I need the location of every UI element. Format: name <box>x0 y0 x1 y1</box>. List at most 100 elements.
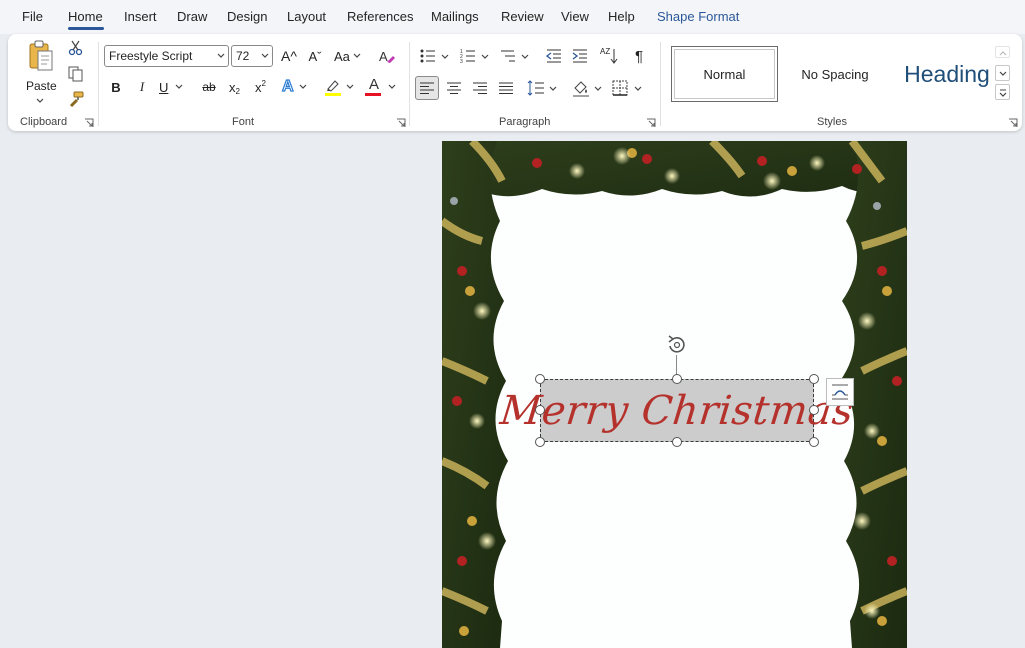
cut-icon[interactable] <box>68 40 84 56</box>
sort-arrow-icon <box>610 49 618 64</box>
font-size-combobox[interactable]: 72 <box>231 45 273 67</box>
resize-handle-right[interactable] <box>809 405 819 415</box>
chevron-down-icon <box>261 53 269 58</box>
align-left-button[interactable] <box>415 76 439 100</box>
ribbon: Paste Clipboard Freestyle Script 72 A^ A… <box>8 34 1022 131</box>
show-formatting-button[interactable]: ¶ <box>630 45 648 67</box>
style-heading[interactable]: Heading <box>891 46 1003 102</box>
borders-button[interactable] <box>610 77 644 99</box>
tab-draw[interactable]: Draw <box>177 9 207 24</box>
shrink-font-button[interactable]: Aˇ <box>304 45 326 67</box>
text-effects-button[interactable]: A <box>281 77 312 97</box>
style-no-spacing-label: No Spacing <box>801 66 869 82</box>
tab-view[interactable]: View <box>561 9 589 24</box>
change-case-button[interactable]: Aa <box>334 45 366 67</box>
italic-icon: I <box>139 79 145 94</box>
resize-handle-top[interactable] <box>672 374 682 384</box>
font-color-swatch <box>365 93 381 96</box>
layout-options-button[interactable] <box>826 378 854 406</box>
clear-formatting-icon[interactable]: A <box>378 47 396 65</box>
decrease-indent-icon[interactable] <box>546 48 562 64</box>
highlight-color-button[interactable] <box>322 77 356 97</box>
format-painter-icon[interactable] <box>68 91 84 107</box>
more-styles-icon <box>999 89 1007 97</box>
tab-home[interactable]: Home <box>68 9 103 24</box>
align-right-icon[interactable] <box>473 81 487 95</box>
dialog-launcher-icon[interactable] <box>84 118 94 128</box>
numbering-button[interactable]: 123 <box>458 45 490 67</box>
resize-handle-bottom-right[interactable] <box>809 437 819 447</box>
bold-button[interactable]: B <box>108 77 124 97</box>
dialog-launcher-icon[interactable] <box>396 118 406 128</box>
group-divider <box>660 42 661 126</box>
multilevel-list-button[interactable] <box>498 45 530 67</box>
numbering-icon: 123 <box>460 49 475 64</box>
resize-handle-left[interactable] <box>535 405 545 415</box>
sort-icon: AZ <box>600 47 611 56</box>
gallery-more-button[interactable] <box>995 84 1010 100</box>
font-color-button[interactable]: A <box>364 76 398 97</box>
tab-shape-format[interactable]: Shape Format <box>657 9 739 24</box>
textbox-text[interactable]: Merry Christmas <box>498 380 856 441</box>
resize-handle-bottom-left[interactable] <box>535 437 545 447</box>
strikethrough-button[interactable]: ab <box>199 77 219 97</box>
sort-button[interactable]: AZ <box>598 45 620 67</box>
change-case-icon: Aa <box>334 48 350 64</box>
resize-handle-top-right[interactable] <box>809 374 819 384</box>
shading-button[interactable] <box>570 77 604 99</box>
chevron-down-icon <box>441 54 449 59</box>
style-no-spacing[interactable]: No Spacing <box>782 46 888 102</box>
resize-handle-bottom[interactable] <box>672 437 682 447</box>
active-tab-indicator <box>68 27 104 30</box>
chevron-down-icon <box>299 84 306 89</box>
line-spacing-button[interactable] <box>525 77 559 99</box>
chevron-down-icon <box>634 86 642 91</box>
group-divider <box>98 42 99 126</box>
menu-bar: File Home Insert Draw Design Layout Refe… <box>0 0 1025 34</box>
tab-file[interactable]: File <box>22 9 43 24</box>
tab-layout[interactable]: Layout <box>287 9 326 24</box>
gallery-scroll-down-button[interactable] <box>995 65 1010 81</box>
tab-insert[interactable]: Insert <box>124 9 157 24</box>
font-color-icon: A <box>369 76 380 93</box>
subscript-button[interactable]: x2 <box>229 77 247 97</box>
font-name-combobox[interactable]: Freestyle Script <box>104 45 229 67</box>
rotate-handle-icon[interactable] <box>665 333 689 357</box>
copy-icon[interactable] <box>68 66 84 82</box>
chevron-down-icon <box>999 71 1007 76</box>
chevron-down-icon <box>346 84 354 89</box>
highlighter-icon <box>325 80 341 96</box>
grow-font-icon: A^ <box>281 48 297 64</box>
superscript-button[interactable]: x2 <box>255 77 273 97</box>
borders-icon <box>612 80 628 96</box>
tab-references[interactable]: References <box>347 9 413 24</box>
italic-button[interactable]: I <box>134 77 150 97</box>
grow-font-button[interactable]: A^ <box>278 45 300 67</box>
chevron-down-icon <box>481 54 489 59</box>
styles-gallery: Normal No Spacing Heading <box>669 44 1013 104</box>
styles-group-label: Styles <box>817 116 847 128</box>
paste-button[interactable]: Paste <box>20 38 60 106</box>
increase-indent-icon[interactable] <box>572 48 588 64</box>
paste-label: Paste <box>26 79 57 93</box>
tab-mailings[interactable]: Mailings <box>431 9 479 24</box>
bullets-button[interactable] <box>418 45 450 67</box>
dialog-launcher-icon[interactable] <box>1008 118 1018 128</box>
gallery-scroll-up-button[interactable] <box>995 46 1010 58</box>
justify-icon[interactable] <box>499 81 513 95</box>
clipboard-group-label: Clipboard <box>20 116 68 128</box>
paste-icon <box>29 40 53 71</box>
style-normal[interactable]: Normal <box>671 46 778 102</box>
text-box-shape[interactable]: Merry Christmas <box>498 379 856 442</box>
tab-help[interactable]: Help <box>608 9 635 24</box>
multilevel-list-icon <box>501 50 515 62</box>
align-center-icon[interactable] <box>447 81 461 95</box>
tab-review[interactable]: Review <box>501 9 544 24</box>
style-heading-label: Heading <box>904 60 990 87</box>
resize-handle-top-left[interactable] <box>535 374 545 384</box>
dialog-launcher-icon[interactable] <box>646 118 656 128</box>
align-left-icon <box>420 82 434 94</box>
tab-design[interactable]: Design <box>227 9 267 24</box>
layout-options-icon <box>832 384 848 400</box>
underline-button[interactable]: U <box>159 77 189 97</box>
